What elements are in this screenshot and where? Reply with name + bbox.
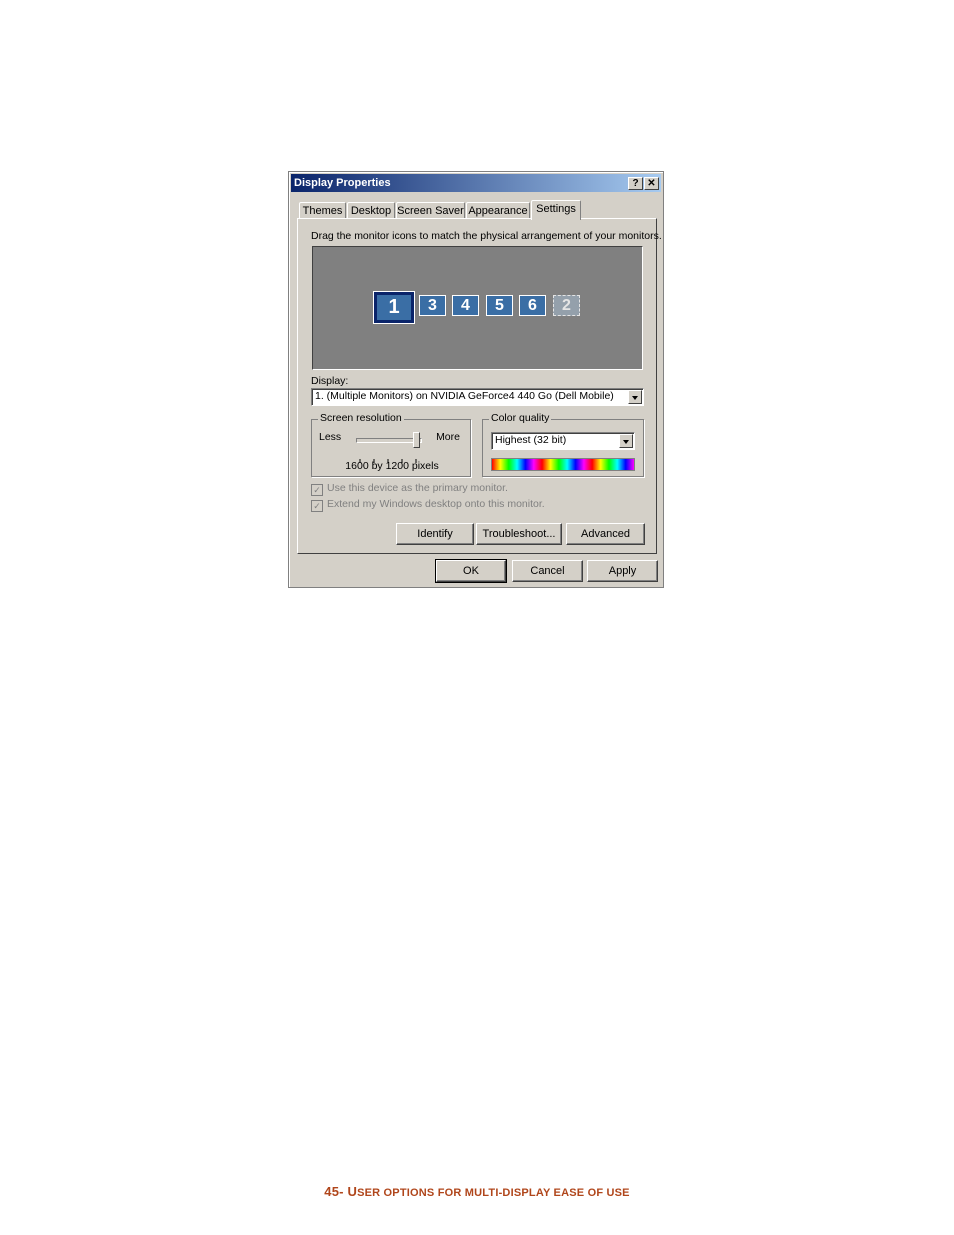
tab-screen-saver[interactable]: Screen Saver (396, 202, 465, 219)
extend-desktop-label: Extend my Windows desktop onto this moni… (327, 498, 545, 510)
display-select[interactable]: 1. (Multiple Monitors) on NVIDIA GeForce… (311, 388, 644, 406)
tab-appearance[interactable]: Appearance (466, 202, 530, 219)
primary-monitor-checkbox[interactable]: ✓ Use this device as the primary monitor. (311, 482, 508, 496)
color-spectrum-bar (491, 458, 635, 471)
primary-monitor-label: Use this device as the primary monitor. (327, 482, 508, 494)
apply-button[interactable]: Apply (587, 560, 658, 582)
caption-rest: SER OPTIONS FOR MULTI-DISPLAY EASE OF US… (357, 1187, 630, 1199)
monitor-icon-1[interactable]: 1 (373, 291, 415, 324)
checkmark-icon: ✓ (311, 484, 323, 496)
tab-themes[interactable]: Themes (299, 202, 346, 219)
color-quality-group: Color quality Highest (32 bit) (482, 412, 644, 477)
monitor-icon-3[interactable]: 3 (419, 295, 446, 316)
screen-resolution-group: Screen resolution Less More 1600 by 1200… (311, 412, 471, 477)
resolution-value-text: 1600 by 1200 pixels (345, 460, 439, 472)
figure-caption: 45- USER OPTIONS FOR MULTI-DISPLAY EASE … (0, 1184, 954, 1199)
extend-desktop-checkbox[interactable]: ✓ Extend my Windows desktop onto this mon… (311, 498, 545, 512)
chevron-down-icon[interactable] (619, 434, 633, 448)
monitor-arrangement-area[interactable]: 1 3 4 5 6 2 (312, 246, 643, 370)
ok-button[interactable]: OK (435, 559, 507, 583)
tab-desktop[interactable]: Desktop (347, 202, 395, 219)
checkmark-icon: ✓ (311, 500, 323, 512)
resolution-less-label: Less (319, 431, 342, 443)
color-quality-value: Highest (32 bit) (495, 434, 567, 446)
screen-resolution-legend: Screen resolution (318, 412, 404, 424)
help-button[interactable]: ? (628, 177, 643, 190)
display-label: Display: (311, 375, 349, 387)
slider-ticks (359, 450, 419, 463)
identify-button[interactable]: Identify (396, 523, 474, 545)
close-button[interactable]: ✕ (644, 177, 659, 190)
instruction-text: Drag the monitor icons to match the phys… (311, 230, 662, 242)
cancel-button[interactable]: Cancel (512, 560, 583, 582)
monitor-icon-2[interactable]: 2 (553, 295, 580, 316)
title-bar[interactable]: Display Properties ? ✕ (291, 174, 661, 192)
monitor-icon-4[interactable]: 4 (452, 295, 479, 316)
chevron-down-icon[interactable] (628, 390, 642, 404)
dialog-title: Display Properties (294, 177, 391, 189)
monitor-icon-6[interactable]: 6 (519, 295, 546, 316)
color-quality-select[interactable]: Highest (32 bit) (491, 432, 635, 450)
troubleshoot-button[interactable]: Troubleshoot... (476, 523, 562, 545)
resolution-slider-thumb[interactable] (413, 432, 420, 448)
tab-settings[interactable]: Settings (531, 200, 581, 220)
display-properties-dialog: Display Properties ? ✕ Themes Desktop Sc… (288, 171, 664, 588)
monitor-icon-5[interactable]: 5 (486, 295, 513, 316)
resolution-more-label: More (436, 431, 460, 443)
caption-prefix: 45- U (324, 1184, 358, 1199)
display-select-value: 1. (Multiple Monitors) on NVIDIA GeForce… (315, 390, 614, 402)
color-quality-legend: Color quality (489, 412, 552, 424)
advanced-button[interactable]: Advanced (566, 523, 645, 545)
